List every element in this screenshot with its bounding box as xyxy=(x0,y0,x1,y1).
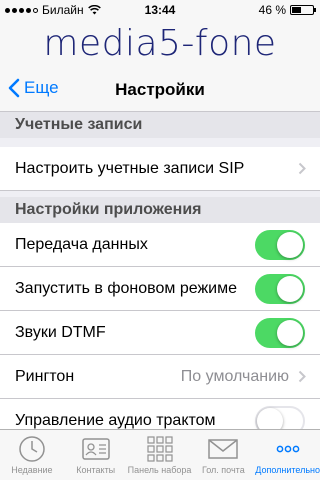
chevron-left-icon xyxy=(8,78,20,98)
audio-path-control-label: Управление аудио трактом xyxy=(15,411,216,429)
tab-keypad-label: Панель набора xyxy=(127,465,192,475)
status-bar: Билайн 13:44 46 % xyxy=(0,0,320,20)
audio-path-control-toggle[interactable] xyxy=(255,405,305,429)
navigation-bar: Еще Настройки xyxy=(0,68,320,112)
tab-keypad[interactable]: Панель набора xyxy=(128,430,192,480)
tab-voicemail[interactable]: Гол. почта xyxy=(191,430,255,480)
tab-contacts[interactable]: Контакты xyxy=(64,430,128,480)
back-button-label: Еще xyxy=(24,78,59,97)
ringtone-label: Рингтон xyxy=(15,367,75,385)
tab-voicemail-label: Гол. почта xyxy=(201,465,245,475)
data-transfer-label: Передача данных xyxy=(15,235,148,253)
chevron-right-icon xyxy=(298,370,306,383)
back-button[interactable]: Еще xyxy=(8,78,59,98)
tab-recents[interactable]: Недавние xyxy=(0,430,64,480)
battery-percent: 46 % xyxy=(258,3,286,17)
run-in-background-row: Запустить в фоновом режиме xyxy=(0,267,320,311)
clock-icon xyxy=(19,436,45,462)
app-logo-text: media5-fone xyxy=(43,23,277,64)
app-logo: media5-fone xyxy=(0,20,320,68)
contacts-card-icon xyxy=(81,438,110,460)
voicemail-envelope-icon xyxy=(208,439,239,459)
run-in-background-label: Запустить в фоновом режиме xyxy=(15,279,237,297)
section-header-accounts: Учетные записи xyxy=(0,112,320,138)
ringtone-value: По умолчанию xyxy=(180,367,289,385)
tab-contacts-label: Контакты xyxy=(76,465,116,475)
dtmf-sounds-label: Звуки DTMF xyxy=(15,323,106,341)
configure-sip-accounts-label: Настроить учетные записи SIP xyxy=(15,159,245,177)
battery-icon xyxy=(290,5,316,15)
dtmf-sounds-toggle[interactable] xyxy=(255,317,305,348)
tab-recents-label: Недавние xyxy=(11,465,53,475)
configure-sip-accounts-row[interactable]: Настроить учетные записи SIP xyxy=(0,147,320,191)
data-transfer-row: Передача данных xyxy=(0,223,320,267)
section-header-app-settings: Настройки приложения xyxy=(0,197,320,223)
data-transfer-toggle[interactable] xyxy=(255,229,305,260)
run-in-background-toggle[interactable] xyxy=(255,273,305,304)
tab-more-label: Дополнительно xyxy=(255,465,320,475)
tab-bar: Недавние Контакты Панель набора Гол. поч… xyxy=(0,429,320,480)
ringtone-row[interactable]: Рингтон По умолчанию xyxy=(0,355,320,399)
settings-list[interactable]: Учетные записи Настроить учетные записи … xyxy=(0,112,320,429)
keypad-icon xyxy=(146,436,173,462)
dtmf-sounds-row: Звуки DTMF xyxy=(0,311,320,355)
chevron-right-icon xyxy=(298,162,306,175)
tab-more[interactable]: Дополнительно xyxy=(255,430,320,480)
status-right: 46 % xyxy=(258,3,316,17)
more-dots-icon xyxy=(276,445,299,453)
audio-path-control-row: Управление аудио трактом xyxy=(0,399,320,429)
